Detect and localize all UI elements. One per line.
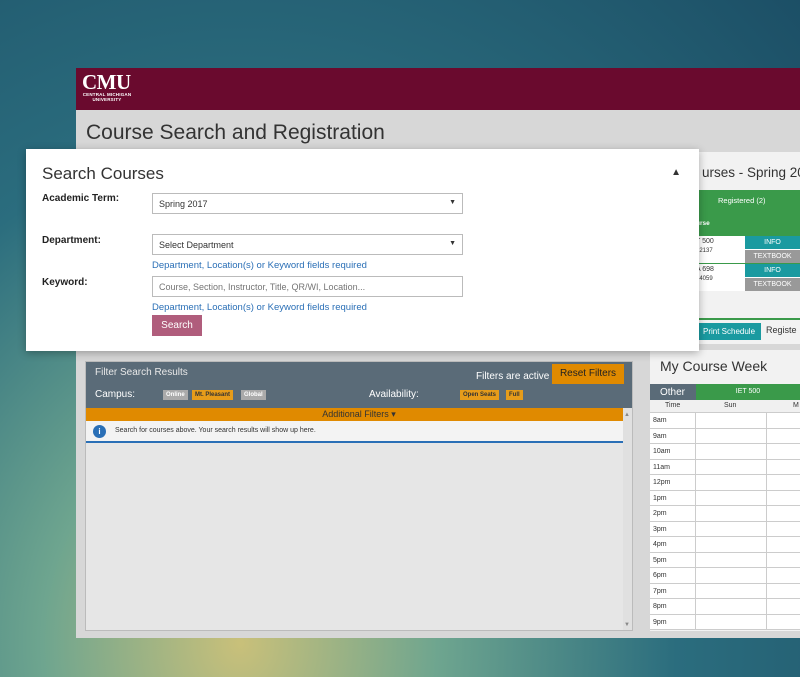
course-info-button[interactable]: INFO bbox=[745, 264, 800, 277]
collapse-caret-icon[interactable]: ▲ bbox=[671, 167, 681, 178]
top-bar: CMU CENTRAL MICHIGAN UNIVERSITY bbox=[76, 68, 800, 110]
search-results-panel: Filter Search Results Filters are active… bbox=[85, 361, 633, 631]
department-required-note: Department, Location(s) or Keyword field… bbox=[152, 260, 367, 271]
campus-chip-online[interactable]: Online bbox=[163, 390, 188, 400]
calendar-row: 12pm bbox=[650, 475, 800, 491]
caret-down-icon: ▾ bbox=[391, 409, 396, 419]
time-label: 3pm bbox=[653, 525, 667, 533]
col-time: Time bbox=[665, 402, 681, 409]
calendar-row: 2pm bbox=[650, 506, 800, 522]
time-label: 10am bbox=[653, 448, 671, 455]
time-label: 4pm bbox=[653, 541, 667, 548]
academic-term-select[interactable]: Spring 2017 ▼ bbox=[152, 193, 463, 214]
time-label: 7pm bbox=[653, 587, 667, 595]
campus-label: Campus: bbox=[95, 389, 136, 400]
time-label: 8am bbox=[653, 417, 667, 424]
col-sun: Sun bbox=[724, 402, 737, 409]
time-label: 6pm bbox=[653, 572, 667, 579]
filter-title: Filter Search Results bbox=[95, 367, 188, 378]
time-label: 2pm bbox=[653, 510, 667, 517]
calendar-row: 4pm bbox=[650, 537, 800, 553]
campus-chip-global[interactable]: Global bbox=[241, 390, 266, 400]
scroll-down-icon[interactable]: ▼ bbox=[624, 622, 630, 628]
logo-subtitle: CENTRAL MICHIGAN UNIVERSITY bbox=[82, 92, 132, 102]
filter-bar: Filter Search Results Filters are active… bbox=[86, 362, 632, 408]
campus-chip-mt-pleasant[interactable]: Mt. Pleasant bbox=[192, 390, 234, 400]
course-textbook-button[interactable]: TEXTBOOK bbox=[745, 278, 800, 291]
calendar-row: 1pm bbox=[650, 490, 800, 506]
calendar-row: 8pm bbox=[650, 599, 800, 615]
calendar-row: 9am bbox=[650, 428, 800, 444]
course-info-button[interactable]: INFO bbox=[745, 236, 800, 249]
calendar-row: 9pm bbox=[650, 614, 800, 630]
additional-filters-toggle[interactable]: Additional Filters ▾ bbox=[86, 408, 632, 421]
calendar-header: Time Sun M bbox=[650, 400, 800, 413]
calendar-row: 8am bbox=[650, 413, 800, 429]
other-bar: Other IET 500 bbox=[650, 384, 800, 400]
time-label: 9pm bbox=[653, 618, 667, 626]
registered-panel-title: urses - Spring 20 bbox=[702, 165, 800, 180]
course-week-title: My Course Week bbox=[660, 358, 768, 374]
print-schedule-button[interactable]: Print Schedule bbox=[697, 323, 761, 340]
logo-text: CMU bbox=[82, 70, 131, 94]
time-label: 12pm bbox=[653, 479, 671, 486]
course-textbook-button[interactable]: TEXTBOOK bbox=[745, 250, 800, 263]
registered-course-row: T 500 22137 INFO TEXTBOOK bbox=[692, 236, 800, 263]
other-label: Other bbox=[660, 387, 686, 398]
cmu-logo[interactable]: CMU CENTRAL MICHIGAN UNIVERSITY bbox=[82, 70, 132, 103]
search-courses-panel: Search Courses ▲ Academic Term: Spring 2… bbox=[26, 149, 699, 351]
register-button[interactable]: Registe bbox=[766, 325, 797, 335]
time-label: 9am bbox=[653, 432, 667, 440]
department-value: Select Department bbox=[159, 240, 234, 250]
course-week-panel: My Course Week Other IET 500 Time Sun M … bbox=[650, 350, 800, 631]
dropdown-arrow-icon: ▼ bbox=[449, 199, 456, 206]
results-scrollbar[interactable] bbox=[623, 408, 632, 630]
academic-term-value: Spring 2017 bbox=[159, 199, 208, 209]
availability-chip-full[interactable]: Full bbox=[506, 390, 523, 400]
calendar-body: 8am 9am 10am 11am 12pm 1pm 2pm 3pm 4pm 5… bbox=[650, 413, 800, 630]
search-button[interactable]: Search bbox=[152, 315, 202, 336]
calendar-row: 10am bbox=[650, 444, 800, 460]
department-select[interactable]: Select Department ▼ bbox=[152, 234, 463, 255]
academic-term-label: Academic Term: bbox=[42, 193, 120, 204]
calendar-row: 7pm bbox=[650, 583, 800, 599]
search-panel-title: Search Courses bbox=[42, 164, 164, 183]
dropdown-arrow-icon: ▼ bbox=[449, 240, 456, 247]
reset-filters-button[interactable]: Reset Filters bbox=[552, 364, 624, 384]
department-label: Department: bbox=[42, 235, 101, 246]
scroll-up-icon[interactable]: ▲ bbox=[624, 412, 630, 418]
page-title: Course Search and Registration bbox=[86, 121, 385, 144]
keyword-required-note: Department, Location(s) or Keyword field… bbox=[152, 302, 367, 313]
course-tag[interactable]: IET 500 bbox=[696, 384, 800, 400]
info-text: Search for courses above. Your search re… bbox=[115, 427, 316, 434]
calendar-row: 5pm bbox=[650, 552, 800, 568]
availability-label: Availability: bbox=[369, 389, 419, 400]
additional-filters-label: Additional Filters bbox=[322, 409, 389, 419]
col-mon: M bbox=[793, 402, 799, 409]
keyword-label: Keyword: bbox=[42, 277, 88, 288]
calendar-row: 6pm bbox=[650, 568, 800, 584]
time-label: 1pm bbox=[653, 494, 667, 502]
calendar-row: 3pm bbox=[650, 521, 800, 537]
registered-course-row: A 698 24059 INFO TEXTBOOK bbox=[692, 264, 800, 291]
info-icon: i bbox=[93, 425, 106, 438]
time-label: 11am bbox=[653, 463, 670, 471]
calendar-row: 11am bbox=[650, 459, 800, 475]
keyword-input[interactable] bbox=[152, 276, 463, 297]
filters-active-text: Filters are active bbox=[476, 371, 550, 382]
registered-tab[interactable]: Registered (2) bbox=[718, 196, 766, 205]
registered-footer: Print Schedule Registe bbox=[692, 318, 800, 342]
availability-chip-open-seats[interactable]: Open Seats bbox=[460, 390, 500, 400]
info-message: i Search for courses above. Your search … bbox=[86, 421, 632, 443]
time-label: 8pm bbox=[653, 603, 667, 610]
time-label: 5pm bbox=[653, 556, 667, 564]
